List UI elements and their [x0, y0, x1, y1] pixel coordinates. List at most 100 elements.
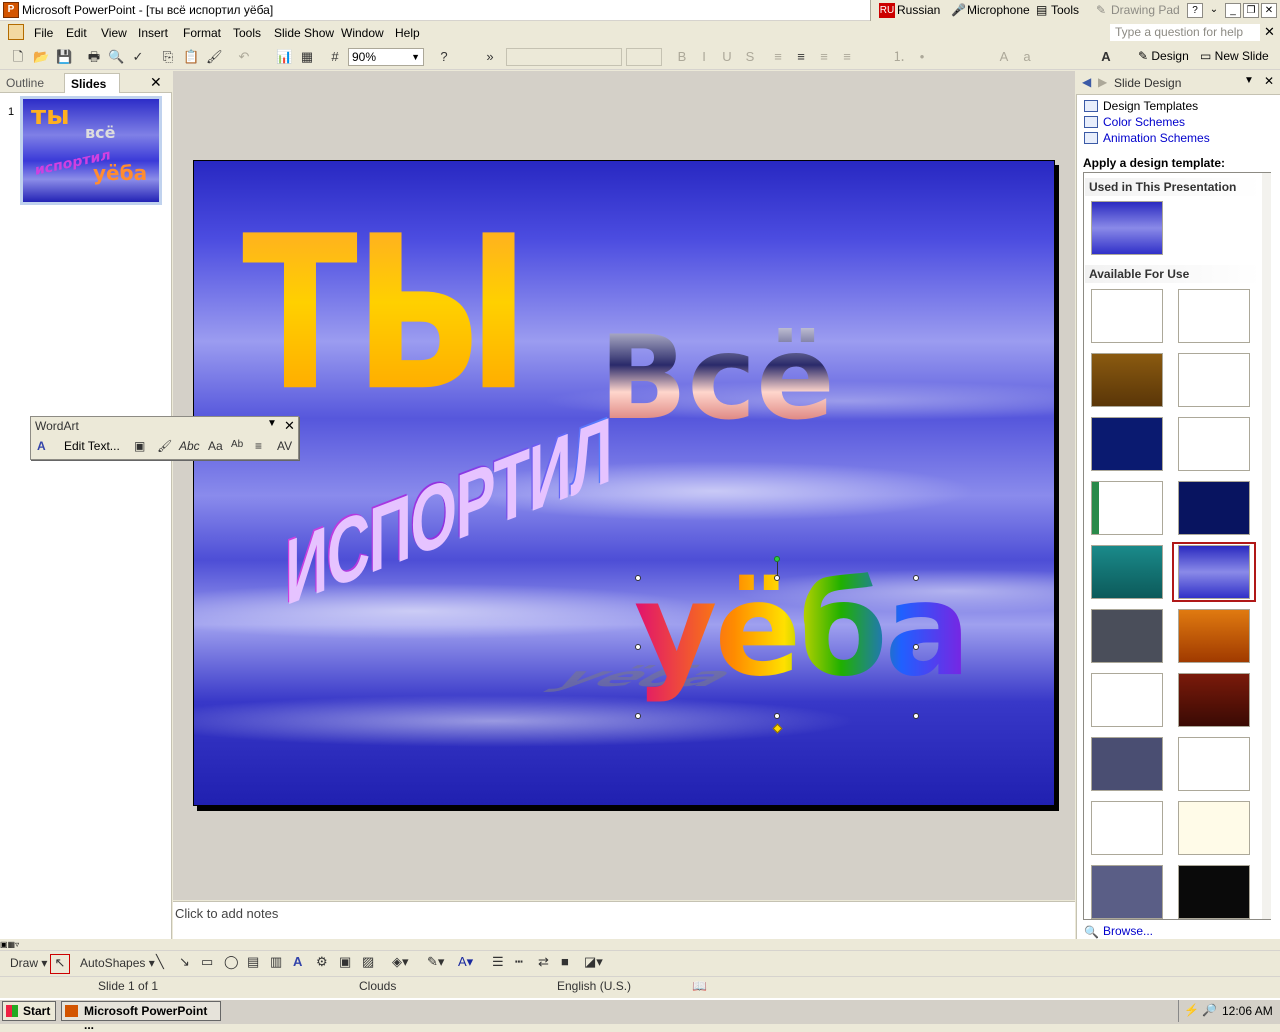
line-icon[interactable]: ╲ — [156, 954, 164, 970]
template-thumbnail[interactable] — [1091, 545, 1163, 599]
show-grid-icon[interactable]: # — [327, 49, 343, 65]
view-buttons[interactable]: ▣▦▿ — [0, 940, 19, 949]
font-color-icon[interactable]: A — [1098, 49, 1114, 65]
align-right-icon[interactable]: ≡ — [816, 49, 832, 65]
template-thumbnail[interactable] — [1091, 353, 1163, 407]
increase-font-icon[interactable]: A — [996, 49, 1012, 65]
minimize-button[interactable]: _ — [1225, 3, 1241, 18]
microphone-button[interactable]: Microphone — [967, 3, 1030, 17]
help-question-input[interactable]: Type a question for help — [1110, 24, 1260, 41]
toolbar-options-icon[interactable]: » — [482, 49, 498, 65]
arrow-style-icon[interactable]: ⇄ — [538, 954, 549, 970]
spelling-icon[interactable]: ✓ — [130, 49, 146, 65]
format-wordart-icon[interactable]: 🖌 — [157, 439, 172, 453]
slide-thumbnail[interactable]: ты всё испортил уёба — [20, 96, 162, 205]
close-icon[interactable]: ✕ — [150, 74, 162, 91]
template-thumbnail[interactable] — [1178, 353, 1250, 407]
help-icon[interactable]: ? — [1187, 3, 1203, 18]
fill-color-icon[interactable]: ◈▾ — [392, 954, 409, 970]
selection-handle[interactable] — [774, 713, 780, 719]
character-spacing-icon[interactable]: AV — [277, 439, 292, 453]
language-label[interactable]: Russian — [897, 3, 940, 17]
edit-text-button[interactable]: Edit Text... — [64, 439, 120, 453]
search-icon[interactable]: 🔎 — [1202, 1003, 1217, 1017]
vertical-text-box-icon[interactable]: ▥ — [270, 954, 282, 970]
underline-icon[interactable]: U — [719, 49, 735, 65]
menu-file[interactable]: File — [34, 26, 53, 40]
template-thumbnail[interactable] — [1091, 609, 1163, 663]
close-icon[interactable]: ✕ — [1264, 74, 1274, 88]
selection-handle[interactable] — [635, 575, 641, 581]
insert-picture-icon[interactable]: ▨ — [362, 954, 374, 970]
format-painter-icon[interactable]: 🖌 — [206, 49, 223, 65]
browse-link[interactable]: Browse... — [1103, 924, 1153, 938]
open-icon[interactable]: 📂 — [33, 49, 49, 65]
same-letter-heights-icon[interactable]: Aa — [208, 439, 223, 453]
new-icon[interactable]: 🗋 — [10, 49, 26, 65]
font-color-icon[interactable]: A▾ — [458, 954, 473, 970]
shadow-icon[interactable]: S — [742, 49, 758, 65]
menu-view[interactable]: View — [101, 26, 127, 40]
paste-icon[interactable]: 📋 — [183, 49, 199, 65]
wordart-vse[interactable]: Всё — [599, 311, 835, 446]
language-code-badge[interactable]: RU — [879, 3, 895, 18]
insert-wordart-icon[interactable]: A — [293, 954, 302, 969]
line-color-icon[interactable]: ✎▾ — [427, 954, 444, 970]
line-style-icon[interactable]: ☰ — [492, 954, 504, 970]
3d-style-icon[interactable]: ◪▾ — [584, 954, 603, 970]
toolbar-options-icon[interactable]: ▼ — [267, 418, 277, 429]
document-close-icon[interactable]: ✕ — [1264, 24, 1275, 40]
clip-art-icon[interactable]: ▣ — [339, 954, 351, 970]
insert-wordart-icon[interactable]: A — [37, 439, 46, 453]
wordart-shape-icon[interactable]: Abc — [179, 439, 200, 453]
print-preview-icon[interactable]: 🔍 — [108, 49, 124, 65]
template-list-scrollbar[interactable] — [1262, 173, 1271, 919]
template-thumbnail-clouds[interactable] — [1178, 545, 1250, 599]
microphone-icon[interactable]: 🎤 — [951, 3, 966, 17]
bold-icon[interactable]: B — [674, 49, 690, 65]
zoom-select[interactable]: 90% ▼ — [348, 48, 424, 66]
menu-insert[interactable]: Insert — [138, 26, 168, 40]
rectangle-icon[interactable]: ▭ — [201, 954, 213, 970]
template-thumbnail[interactable] — [1178, 673, 1250, 727]
adjust-handle[interactable] — [772, 723, 783, 734]
dash-style-icon[interactable]: ┅ — [515, 954, 523, 970]
new-slide-button[interactable]: ▭ New Slide — [1200, 49, 1269, 63]
shadow-style-icon[interactable]: ■ — [561, 954, 569, 969]
undo-icon[interactable]: ↶ — [236, 49, 252, 65]
alignment-icon[interactable]: ≡ — [255, 439, 262, 453]
copy-icon[interactable]: ⎘ — [160, 49, 176, 65]
template-thumbnail[interactable] — [1178, 417, 1250, 471]
selection-handle[interactable] — [635, 713, 641, 719]
template-thumbnail[interactable] — [1091, 289, 1163, 343]
template-thumbnail[interactable] — [1091, 737, 1163, 791]
drawing-pad-button[interactable]: Drawing Pad — [1111, 3, 1180, 17]
menu-format[interactable]: Format — [183, 26, 221, 40]
langbar-options-icon[interactable]: ⌄ — [1209, 3, 1219, 18]
select-objects-icon[interactable]: ↖ — [50, 954, 70, 974]
selection-handle[interactable] — [635, 644, 641, 650]
template-thumbnail[interactable] — [1178, 737, 1250, 791]
menu-window[interactable]: Window — [341, 26, 384, 40]
network-icon[interactable]: ⚡ — [1184, 1003, 1199, 1017]
notes-pane[interactable] — [173, 901, 1075, 939]
tab-outline[interactable]: Outline — [6, 76, 44, 90]
selection-handle[interactable] — [913, 713, 919, 719]
diagram-icon[interactable]: ⚙ — [316, 954, 328, 970]
justify-icon[interactable]: ≡ — [839, 49, 855, 65]
restore-button[interactable]: ❐ — [1243, 3, 1259, 18]
insert-chart-icon[interactable]: 📊 — [276, 49, 292, 65]
color-schemes-link[interactable]: Color Schemes — [1103, 115, 1185, 129]
menu-help[interactable]: Help — [395, 26, 420, 40]
save-icon[interactable]: 💾 — [56, 49, 72, 65]
document-icon[interactable] — [8, 24, 24, 40]
tab-slides[interactable]: Slides — [64, 73, 120, 93]
design-templates-link[interactable]: Design Templates — [1103, 99, 1198, 113]
back-arrow-icon[interactable]: ◀ — [1082, 75, 1091, 89]
text-box-icon[interactable]: ▤ — [247, 954, 259, 970]
help-toolbar-icon[interactable]: ? — [436, 49, 452, 65]
font-size-select[interactable] — [626, 48, 662, 66]
oval-icon[interactable]: ◯ — [224, 954, 239, 970]
forward-arrow-icon[interactable]: ▶ — [1098, 75, 1107, 89]
print-icon[interactable]: 🖶 — [86, 49, 102, 65]
